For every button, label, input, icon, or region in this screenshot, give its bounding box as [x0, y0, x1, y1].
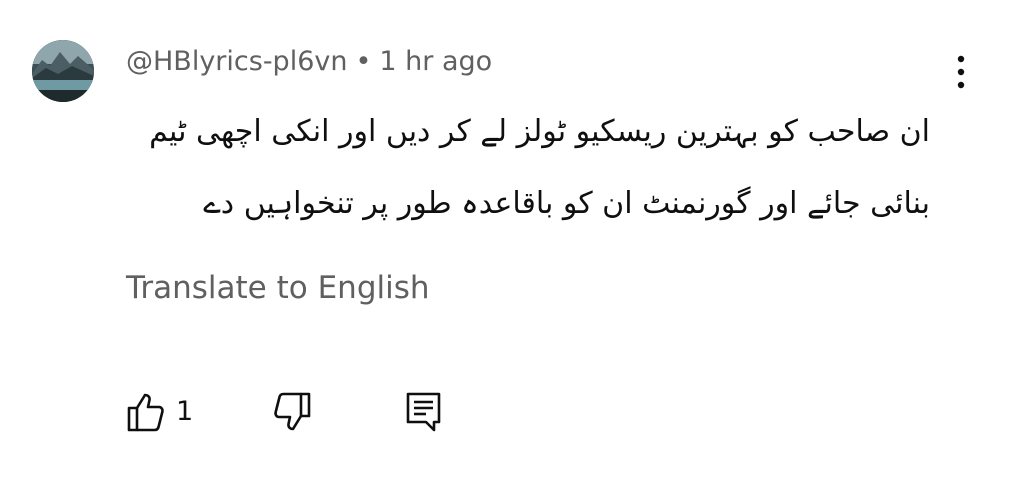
comment-text-line: ان صاحب کو بہترین ریسکیو ٹولز لے کر دیں …: [149, 114, 930, 149]
comment-reply-icon: [406, 392, 441, 432]
thumbs-down-icon: [274, 392, 311, 431]
meta-separator: •: [355, 46, 372, 77]
comment-header: @HBlyrics-pl6vn • 1 hr ago: [126, 44, 492, 80]
reply-button[interactable]: [404, 390, 444, 434]
comment-time[interactable]: 1 hr ago: [379, 46, 492, 77]
more-vert-icon: [957, 55, 965, 89]
author-name[interactable]: @HBlyrics-pl6vn: [126, 46, 347, 77]
like-count: 1: [176, 396, 194, 427]
more-options-button[interactable]: [946, 52, 976, 92]
dislike-button[interactable]: [272, 390, 312, 434]
translate-button[interactable]: Translate to English: [126, 266, 430, 310]
avatar[interactable]: [32, 40, 94, 102]
comment-text: ان صاحب کو بہترین ریسکیو ٹولز لے کر دیں …: [118, 96, 930, 240]
thumbs-up-icon: [127, 393, 164, 432]
comment-item: @HBlyrics-pl6vn • 1 hr ago ان صاحب کو بہتر…: [0, 0, 1024, 482]
like-button[interactable]: [126, 390, 166, 434]
comment-text-line: بنائی جائے اور گورنمنٹ ان کو باقاعدہ طور…: [203, 186, 930, 221]
avatar-image: [32, 40, 94, 102]
